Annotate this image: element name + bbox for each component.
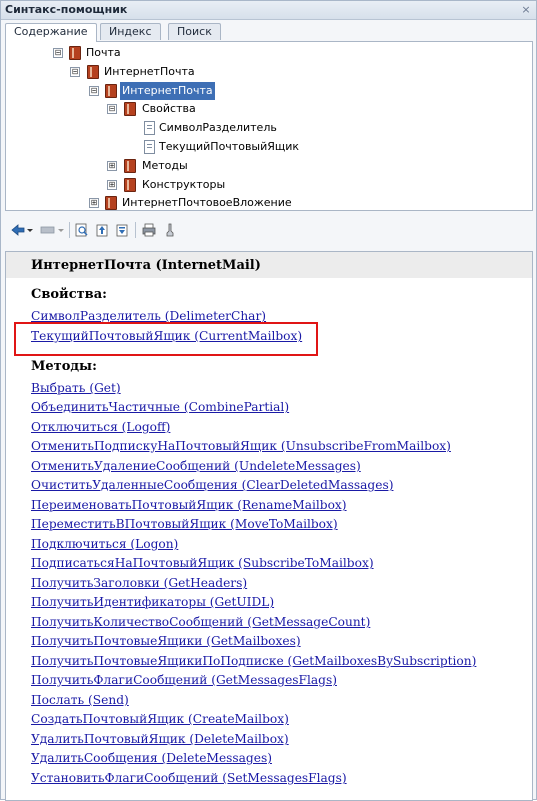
contents-tree: ⊟ Почта ⊟ ИнтернетПочта ⊟ ИнтернетПочта … — [5, 41, 533, 211]
tree-item-constructors[interactable]: ⊞ Конструкторы — [6, 176, 526, 194]
tree-item-label: Почта — [86, 46, 121, 59]
method-link[interactable]: Послать (Send) — [31, 692, 129, 708]
tree-item-label: ИнтернетПочтовоеВложение — [122, 196, 292, 209]
tree-item-internet-mail-selected[interactable]: ⊟ ИнтернетПочта — [6, 82, 526, 100]
page-icon — [144, 140, 155, 154]
tree-item-internet-mail-attachment[interactable]: ⊞ ИнтернетПочтовоеВложение — [6, 194, 526, 210]
tree-item-internet-mail[interactable]: ⊟ ИнтернетПочта — [6, 63, 526, 81]
toolbar-separator — [69, 222, 70, 238]
tree-item-label: Конструкторы — [142, 178, 226, 191]
method-link[interactable]: СоздатьПочтовыйЯщик (CreateMailbox) — [31, 711, 289, 727]
book-icon — [124, 178, 136, 192]
find-in-tree-icon[interactable] — [73, 222, 91, 238]
method-link[interactable]: УдалитьПочтовыйЯщик (DeleteMailbox) — [31, 731, 289, 747]
page-title: ИнтернетПочта (InternetMail) — [31, 258, 261, 273]
tree-item-label: ТекущийПочтовыйЯщик — [159, 140, 300, 153]
tree-item-label: СимволРазделитель — [159, 121, 277, 134]
move-up-icon[interactable] — [93, 222, 111, 238]
tree-item-label: Свойства — [142, 102, 196, 115]
close-icon[interactable]: × — [520, 4, 532, 16]
properties-heading: Свойства: — [31, 287, 107, 302]
content-header: ИнтернетПочта (InternetMail) — [6, 252, 532, 278]
forward-icon[interactable] — [39, 222, 57, 238]
method-link[interactable]: Выбрать (Get) — [31, 380, 121, 396]
method-link[interactable]: ПолучитьФлагиСообщений (GetMessagesFlags… — [31, 672, 337, 688]
collapse-icon[interactable]: ⊟ — [107, 104, 117, 114]
tree-item-label: ИнтернетПочта — [104, 65, 195, 78]
tree-item-methods[interactable]: ⊞ Методы — [6, 157, 526, 175]
expand-icon[interactable]: ⊞ — [107, 161, 117, 171]
tab-index[interactable]: Индекс — [100, 23, 161, 40]
method-link[interactable]: ПереместитьВПочтовыйЯщик (MoveToMailbox) — [31, 516, 338, 532]
window-title: Синтакс-помощник — [5, 3, 128, 16]
method-link[interactable]: ПереименоватьПочтовыйЯщик (RenameMailbox… — [31, 497, 347, 513]
method-link[interactable]: ПолучитьПочтовыеЯщики (GetMailboxes) — [31, 633, 301, 649]
tree-item-label: ИнтернетПочта — [120, 82, 215, 100]
collapse-icon[interactable]: ⊟ — [70, 67, 80, 77]
method-link[interactable]: УдалитьСообщения (DeleteMessages) — [31, 750, 272, 766]
method-link[interactable]: ОбъединитьЧастичные (CombinePartial) — [31, 399, 289, 415]
toolbar — [5, 219, 531, 241]
move-to-top-icon[interactable] — [113, 222, 131, 238]
method-link[interactable]: ОтменитьУдалениеСообщений (UndeleteMessa… — [31, 458, 361, 474]
methods-heading: Методы: — [31, 359, 97, 374]
book-icon — [124, 159, 136, 173]
syntax-helper-window: Синтакс-помощник × Содержание Индекс Пои… — [0, 0, 537, 801]
book-icon — [105, 196, 117, 210]
collapse-icon[interactable]: ⊟ — [89, 86, 99, 96]
print-icon[interactable] — [140, 222, 158, 238]
method-link[interactable]: ОчиститьУдаленныеСообщения (ClearDeleted… — [31, 477, 393, 493]
back-icon[interactable] — [9, 222, 27, 238]
method-link[interactable]: ПолучитьКоличествоСообщений (GetMessageC… — [31, 614, 370, 630]
method-link[interactable]: ОтменитьПодпискуНаПочтовыйЯщик (Unsubscr… — [31, 438, 451, 454]
title-bar: Синтакс-помощник × — [1, 1, 536, 20]
method-link[interactable]: Подключиться (Logon) — [31, 536, 178, 552]
method-link[interactable]: ПолучитьЗаголовки (GetHeaders) — [31, 575, 247, 591]
expand-icon[interactable]: ⊞ — [107, 180, 117, 190]
book-icon — [87, 65, 99, 79]
tab-search[interactable]: Поиск — [168, 23, 221, 40]
tree-item-properties[interactable]: ⊟ Свойства — [6, 100, 526, 118]
book-icon — [105, 84, 117, 98]
book-icon — [69, 46, 81, 60]
expand-icon[interactable]: ⊞ — [89, 198, 99, 208]
tab-contents[interactable]: Содержание — [5, 23, 97, 42]
collapse-icon[interactable]: ⊟ — [53, 48, 63, 58]
tree-item-current-mailbox[interactable]: ТекущийПочтовыйЯщик — [6, 138, 526, 156]
dropdown-arrow-icon[interactable] — [26, 222, 34, 238]
tree-item-delimiter-char[interactable]: СимволРазделитель — [6, 119, 526, 137]
dropdown-arrow-icon[interactable] — [57, 222, 65, 238]
method-link[interactable]: Отключиться (Logoff) — [31, 419, 170, 435]
page-icon — [144, 121, 155, 135]
highlight-annotation — [14, 322, 318, 356]
settings-icon[interactable] — [161, 222, 179, 238]
toolbar-separator — [135, 222, 136, 238]
method-link[interactable]: УстановитьФлагиСообщений (SetMessagesFla… — [31, 770, 347, 786]
book-icon — [124, 102, 136, 116]
method-link[interactable]: ПолучитьИдентификаторы (GetUIDL) — [31, 594, 274, 610]
tree-item-label: Методы — [142, 159, 188, 172]
tree-item-mail[interactable]: ⊟ Почта — [6, 44, 526, 62]
method-link[interactable]: ПолучитьПочтовыеЯщикиПоПодписке (GetMail… — [31, 653, 476, 669]
method-link[interactable]: ПодписатьсяНаПочтовыйЯщик (SubscribeToMa… — [31, 555, 374, 571]
